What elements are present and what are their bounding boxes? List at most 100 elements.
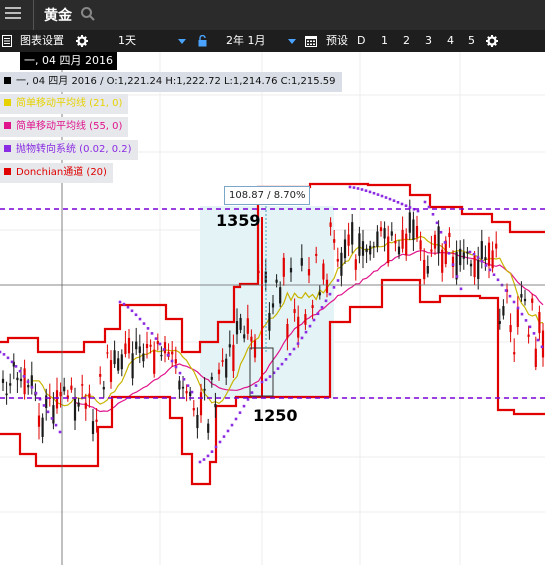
sar-dot — [268, 375, 272, 378]
candle-body — [383, 228, 386, 239]
candle-body — [325, 279, 329, 293]
sar-dot — [392, 199, 396, 202]
candle-body — [361, 241, 365, 256]
sar-dot — [532, 332, 536, 335]
sar-dot — [260, 380, 264, 384]
chart-settings-button[interactable]: 图表设置 — [20, 30, 64, 52]
ohlc-text: 一, 04 四月 2016 / O:1,221.24 H:1,222.72 L:… — [16, 76, 336, 87]
candle-body — [23, 368, 26, 395]
sar-dot — [254, 384, 258, 387]
menu-icon[interactable] — [5, 7, 21, 22]
sar-dot — [46, 410, 50, 414]
sar-dot — [312, 318, 316, 322]
candle-body — [448, 232, 451, 238]
candle-body — [419, 240, 422, 250]
calendar-icon[interactable] — [305, 35, 317, 47]
legend-item-sma55[interactable]: 简单移动平均线 (55, 0) — [0, 117, 129, 137]
candle-body — [149, 344, 152, 347]
candle-body — [41, 417, 44, 437]
legend-label: 简单移动平均线 (21, 0) — [16, 98, 123, 109]
candle-body — [135, 341, 138, 350]
ohlc-marker-icon — [4, 77, 11, 84]
sar-dot — [166, 353, 170, 357]
sar-dot — [238, 411, 242, 414]
candle-body — [484, 257, 487, 261]
candle-body — [70, 385, 73, 390]
sar-dot — [400, 202, 404, 206]
sar-dot — [364, 189, 368, 192]
legend-item-sma21[interactable]: 简单移动平均线 (21, 0) — [0, 94, 129, 114]
legend-label: Donchian通道 (20) — [16, 167, 107, 178]
sar-dot — [10, 360, 14, 364]
sar-dot — [50, 417, 54, 420]
candle-body — [527, 334, 530, 337]
candle-body — [171, 351, 174, 355]
candle-body — [423, 259, 426, 280]
sar-dot — [360, 188, 364, 191]
candle-body — [271, 303, 275, 308]
candle-body — [534, 348, 537, 367]
candle-body — [207, 423, 210, 433]
candle-body — [217, 369, 221, 375]
sar-dot — [296, 342, 300, 345]
preset-4-button[interactable]: 4 — [447, 30, 454, 52]
search-icon[interactable] — [80, 6, 96, 22]
legend-swatch — [4, 99, 11, 106]
preset-1-button[interactable]: 1 — [381, 30, 388, 52]
range-select[interactable]: 2年 1月 — [226, 30, 266, 52]
lock-icon[interactable] — [198, 35, 207, 47]
candle-body — [127, 337, 131, 354]
candle-body — [113, 350, 116, 365]
sar-dot — [118, 300, 122, 304]
candle-body — [282, 257, 285, 277]
candle-body — [192, 408, 195, 411]
gear-icon[interactable] — [76, 35, 88, 47]
period-select[interactable]: 1天 — [118, 30, 136, 52]
sar-dot — [138, 317, 142, 321]
sar-dot — [447, 251, 451, 255]
candle-body — [293, 309, 296, 314]
candle-body — [77, 402, 80, 407]
candle-body — [153, 349, 156, 374]
preset-5-button[interactable]: 5 — [468, 30, 475, 52]
sar-dot — [484, 264, 488, 267]
candle-body — [235, 321, 239, 335]
preset-2-button[interactable]: 2 — [403, 30, 410, 52]
sar-dot — [284, 358, 288, 361]
candle-body — [178, 380, 181, 390]
candle-body — [318, 292, 321, 296]
gear-icon[interactable] — [486, 35, 498, 47]
legend-item-donchian[interactable]: Donchian通道 (20) — [0, 163, 113, 183]
candle-body — [27, 385, 30, 388]
sar-dot — [214, 445, 218, 449]
candle-body — [516, 307, 519, 327]
app-header: 黄金 — [0, 0, 545, 30]
sar-dot — [396, 201, 400, 204]
legend-swatch — [4, 145, 11, 152]
candle-body — [239, 317, 242, 330]
candle-body — [430, 249, 433, 252]
candle-body — [228, 344, 231, 348]
sar-dot — [264, 378, 268, 382]
preset-d-button[interactable]: D — [357, 30, 365, 52]
preset-3-button[interactable]: 3 — [425, 30, 432, 52]
sar-dot — [528, 325, 532, 329]
candle-body — [52, 405, 55, 424]
candle-body — [250, 336, 253, 342]
candle-body — [538, 312, 541, 334]
sar-dot — [26, 380, 30, 384]
legend-item-parabolic-sar[interactable]: 抛物转向系统 (0.02, 0.2) — [0, 140, 138, 160]
candle-body — [509, 325, 512, 333]
sar-dot — [234, 417, 238, 421]
chevron-down-icon[interactable] — [178, 39, 186, 44]
chevron-down-icon[interactable] — [288, 39, 296, 44]
candle-body — [91, 421, 95, 435]
sar-dot — [186, 384, 190, 387]
sar-dot — [435, 221, 439, 225]
sar-dot — [304, 330, 308, 334]
candle-body — [102, 386, 105, 390]
candle-body — [369, 245, 372, 255]
candle-body — [73, 398, 77, 421]
candle-body — [333, 239, 336, 243]
candle-body — [300, 258, 303, 266]
